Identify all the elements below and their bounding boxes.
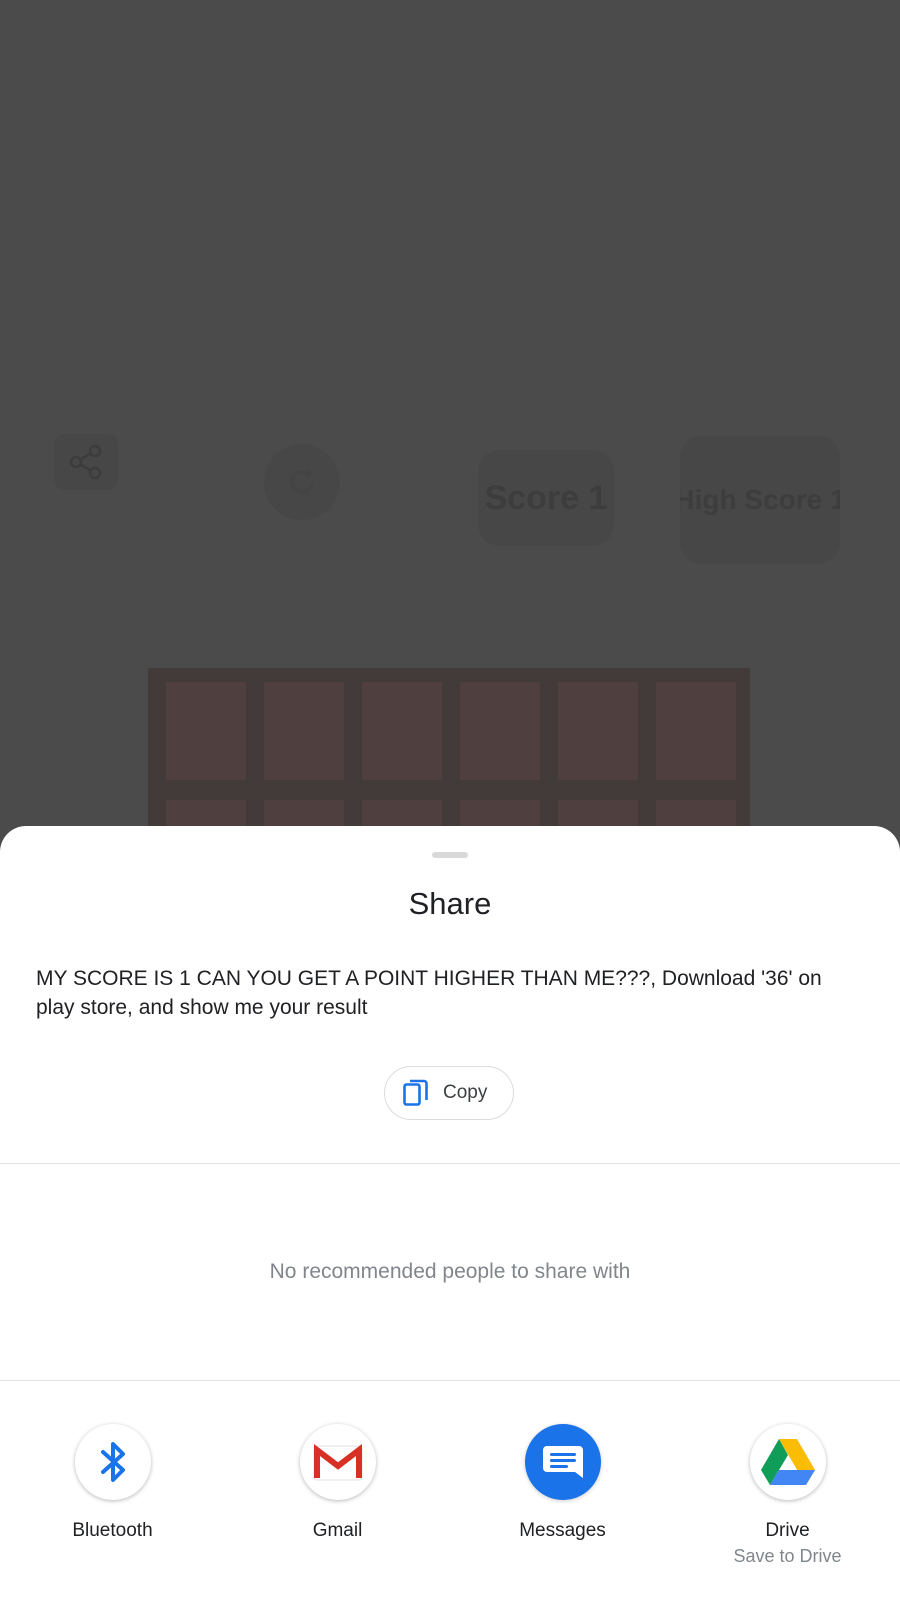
board-cell — [362, 682, 442, 780]
messages-icon — [524, 1424, 601, 1500]
share-target-gmail[interactable]: Gmail — [225, 1424, 450, 1542]
divider — [0, 1380, 900, 1381]
gmail-icon — [299, 1424, 376, 1500]
board-cell — [460, 682, 540, 780]
board-cell — [166, 682, 246, 780]
share-target-drive[interactable]: Drive Save to Drive — [675, 1424, 900, 1567]
background-high-score-box: High Score 1 — [680, 436, 840, 564]
share-sheet: Share MY SCORE IS 1 CAN YOU GET A POINT … — [0, 826, 900, 1600]
share-target-label: Bluetooth — [72, 1520, 153, 1541]
bluetooth-icon — [74, 1424, 151, 1500]
share-icon — [69, 444, 102, 480]
shared-text-preview: MY SCORE IS 1 CAN YOU GET A POINT HIGHER… — [36, 967, 822, 1019]
copy-button[interactable]: Copy — [384, 1066, 514, 1120]
divider — [0, 1163, 900, 1164]
share-target-label: Messages — [519, 1520, 606, 1541]
no-recommendations-text: No recommended people to share with — [269, 1260, 631, 1283]
share-target-label: Drive — [765, 1520, 810, 1541]
share-target-label: Gmail — [312, 1520, 363, 1541]
sheet-title: Share — [408, 886, 492, 921]
drive-icon — [749, 1424, 826, 1500]
copy-label: Copy — [443, 1082, 488, 1103]
copy-icon — [403, 1079, 428, 1106]
board-cell — [558, 682, 638, 780]
share-targets-row: Bluetooth Gmail Messages Drive Save to D… — [0, 1424, 900, 1594]
drag-handle[interactable] — [432, 852, 468, 858]
share-target-messages[interactable]: Messages — [450, 1424, 675, 1542]
background-restart-button — [264, 444, 340, 520]
board-cell — [264, 682, 344, 780]
share-target-bluetooth[interactable]: Bluetooth — [0, 1424, 225, 1542]
restart-icon — [290, 468, 314, 494]
share-target-sublabel: Save to Drive — [733, 1546, 842, 1566]
board-cell — [656, 682, 736, 780]
background-share-button — [54, 434, 118, 490]
background-score-box: Score 1 — [478, 450, 614, 546]
